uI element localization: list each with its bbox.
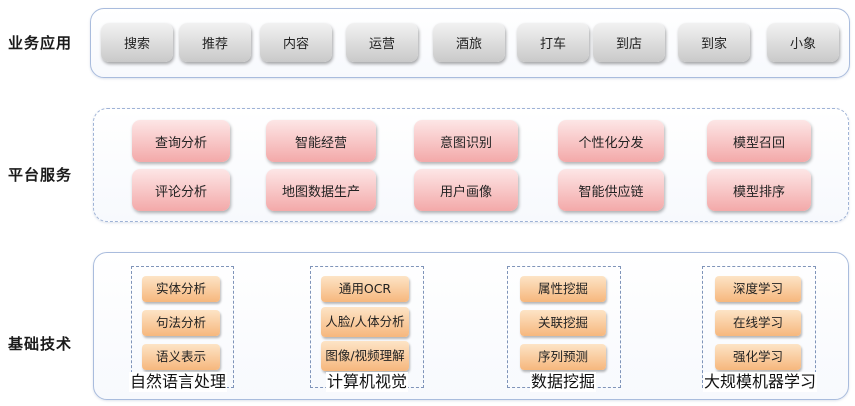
foundation-item-reinforcement-learning[interactable]: 强化学习 — [715, 344, 801, 370]
row-label-business: 业务应用 — [8, 34, 73, 52]
business-item-operations[interactable]: 运营 — [346, 23, 418, 62]
row-label-foundation: 基础技术 — [8, 335, 73, 353]
business-item-hotel-travel[interactable]: 酒旅 — [433, 23, 505, 62]
row-label-platform: 平台服务 — [8, 166, 73, 184]
platform-item-personalized-distribution[interactable]: 个性化分发 — [558, 120, 664, 162]
group-large-scale-ml: 深度学习 在线学习 强化学习 — [702, 266, 816, 388]
business-item-search[interactable]: 搜索 — [101, 23, 173, 62]
foundation-item-attribute-mining[interactable]: 属性挖掘 — [520, 276, 606, 302]
group-nlp: 实体分析 句法分析 语义表示 — [131, 266, 234, 388]
foundation-item-sequence-prediction[interactable]: 序列预测 — [520, 344, 606, 370]
foundation-item-deep-learning[interactable]: 深度学习 — [715, 276, 801, 302]
group-title-large-scale-ml: 大规模机器学习 — [703, 372, 818, 392]
platform-item-intent-recognition[interactable]: 意图识别 — [414, 120, 518, 162]
foundation-item-semantic-representation[interactable]: 语义表示 — [142, 344, 220, 370]
group-data-mining: 属性挖掘 关联挖掘 序列预测 — [507, 266, 621, 388]
business-panel: 搜索 推荐 内容 运营 酒旅 打车 到店 到家 小象 — [90, 8, 850, 78]
foundation-item-association-mining[interactable]: 关联挖掘 — [520, 310, 606, 336]
foundation-item-general-ocr[interactable]: 通用OCR — [321, 276, 409, 302]
foundation-item-image-video-understanding[interactable]: 图像/视频理解 — [321, 341, 409, 371]
platform-item-user-profile[interactable]: 用户画像 — [414, 169, 518, 211]
group-cv: 通用OCR 人脸/人体分析 图像/视频理解 — [310, 266, 424, 388]
platform-item-review-analysis[interactable]: 评论分析 — [132, 169, 230, 211]
platform-item-smart-supply-chain[interactable]: 智能供应链 — [558, 169, 664, 211]
business-item-xiaoxiang[interactable]: 小象 — [767, 23, 839, 62]
group-title-cv: 计算机视觉 — [326, 372, 409, 392]
business-item-taxi[interactable]: 打车 — [517, 23, 589, 62]
foundation-item-syntax-analysis[interactable]: 句法分析 — [142, 310, 220, 336]
group-title-data-mining: 数据挖掘 — [530, 372, 597, 392]
platform-item-model-recall[interactable]: 模型召回 — [707, 120, 811, 162]
foundation-item-face-body-analysis[interactable]: 人脸/人体分析 — [321, 307, 409, 337]
foundation-item-entity-analysis[interactable]: 实体分析 — [142, 276, 220, 302]
platform-item-map-data-production[interactable]: 地图数据生产 — [266, 169, 376, 211]
platform-item-smart-operations[interactable]: 智能经营 — [266, 120, 376, 162]
platform-panel: 查询分析 智能经营 意图识别 个性化分发 模型召回 评论分析 地图数据生产 用户… — [93, 108, 849, 222]
business-item-recommend[interactable]: 推荐 — [179, 23, 251, 62]
business-item-delivery[interactable]: 到家 — [678, 23, 750, 62]
foundation-item-online-learning[interactable]: 在线学习 — [715, 310, 801, 336]
platform-item-query-analysis[interactable]: 查询分析 — [132, 120, 230, 162]
business-item-in-store[interactable]: 到店 — [593, 23, 665, 62]
platform-item-model-ranking[interactable]: 模型排序 — [707, 169, 811, 211]
group-title-nlp: 自然语言处理 — [129, 372, 228, 392]
business-item-content[interactable]: 内容 — [260, 23, 332, 62]
